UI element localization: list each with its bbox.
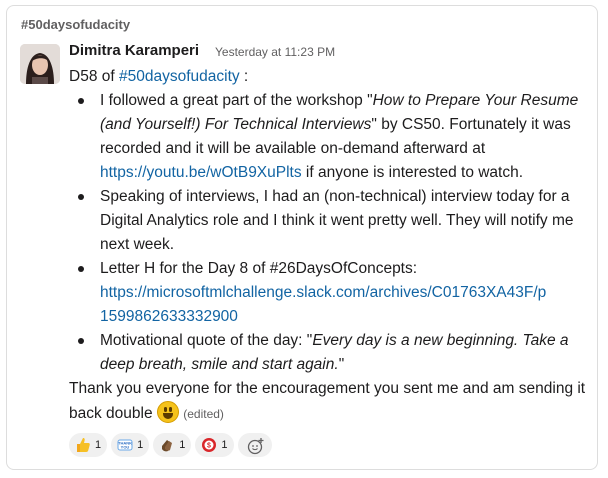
add-emoji-icon (247, 437, 263, 455)
bullet-icon (78, 266, 84, 272)
closing-text: Thank you everyone for the encouragement… (69, 380, 586, 422)
intro-suffix: : (239, 68, 249, 85)
thumbs-up-icon (75, 437, 91, 453)
edited-label: (edited) (183, 407, 224, 421)
avatar[interactable] (20, 44, 60, 84)
bullet-text: Motivational quote of the day: " (100, 332, 313, 349)
channel-link[interactable]: #50daysofudacity (119, 68, 240, 85)
reaction-money[interactable]: $ 1 (195, 433, 234, 457)
reaction-clap[interactable]: 1 (153, 433, 192, 457)
thank-you-icon: THANK YOU (117, 437, 133, 453)
channel-name[interactable]: #50daysofudacity (21, 17, 130, 32)
bullet-list: I followed a great part of the workshop … (69, 89, 589, 377)
message-intro: D58 of #50daysofudacity : (69, 65, 589, 89)
bullet-icon (78, 98, 84, 104)
message-card: #50daysofudacity Dimitra Karamperi Yeste… (6, 5, 598, 470)
reaction-count: 1 (221, 439, 228, 451)
bullet-icon (78, 338, 84, 344)
reaction-count: 1 (137, 439, 144, 451)
money-icon: $ (201, 437, 217, 453)
reaction-count: 1 (95, 439, 102, 451)
grinning-face-icon (156, 401, 179, 423)
reaction-thumbs-up[interactable]: 1 (69, 433, 108, 457)
author-name[interactable]: Dimitra Karamperi (69, 42, 199, 59)
slack-archive-link[interactable]: https://microsoftmlchallenge.slack.com/a… (100, 284, 546, 325)
bullet-text: I followed a great part of the workshop … (100, 92, 373, 109)
message-closing: Thank you everyone for the encouragement… (69, 377, 589, 426)
reaction-count: 1 (179, 439, 186, 451)
list-item: I followed a great part of the workshop … (69, 89, 589, 185)
reaction-thank-you[interactable]: THANK YOU 1 (111, 433, 150, 457)
bullet-text: Letter H for the Day 8 of #26DaysOfConce… (100, 260, 418, 277)
list-item: Letter H for the Day 8 of #26DaysOfConce… (69, 257, 589, 329)
svg-text:$: $ (207, 443, 211, 450)
bullet-icon (78, 194, 84, 200)
bullet-text: " (338, 356, 345, 373)
add-reaction-button[interactable] (237, 433, 272, 457)
message-body: D58 of #50daysofudacity : I followed a g… (69, 65, 589, 426)
clapping-hands-icon (159, 437, 175, 453)
youtube-link[interactable]: https://youtu.be/wOtB9XuPlts (100, 164, 302, 181)
list-item: Motivational quote of the day: "Every da… (69, 329, 589, 377)
bullet-text: if anyone is interested to watch. (301, 164, 524, 181)
reactions-bar: 1 THANK YOU 1 1 $ 1 (69, 433, 272, 457)
bullet-text: Speaking of interviews, I had an (non-te… (100, 188, 574, 253)
intro-text: D58 of (69, 68, 119, 85)
svg-text:YOU: YOU (121, 445, 130, 450)
list-item: Speaking of interviews, I had an (non-te… (69, 185, 589, 257)
message-timestamp[interactable]: Yesterday at 11:23 PM (215, 45, 335, 59)
